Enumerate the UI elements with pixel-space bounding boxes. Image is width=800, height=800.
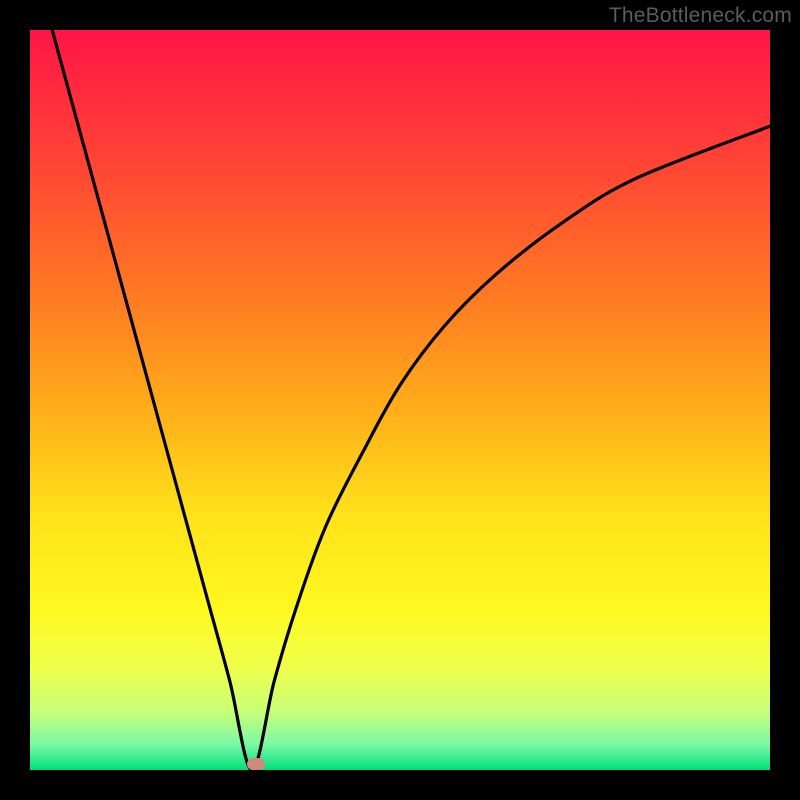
plot-area	[30, 30, 770, 770]
minimum-marker	[247, 758, 265, 770]
watermark-text: TheBottleneck.com	[609, 4, 792, 28]
v-curve	[30, 30, 770, 770]
chart-frame: TheBottleneck.com	[0, 0, 800, 800]
